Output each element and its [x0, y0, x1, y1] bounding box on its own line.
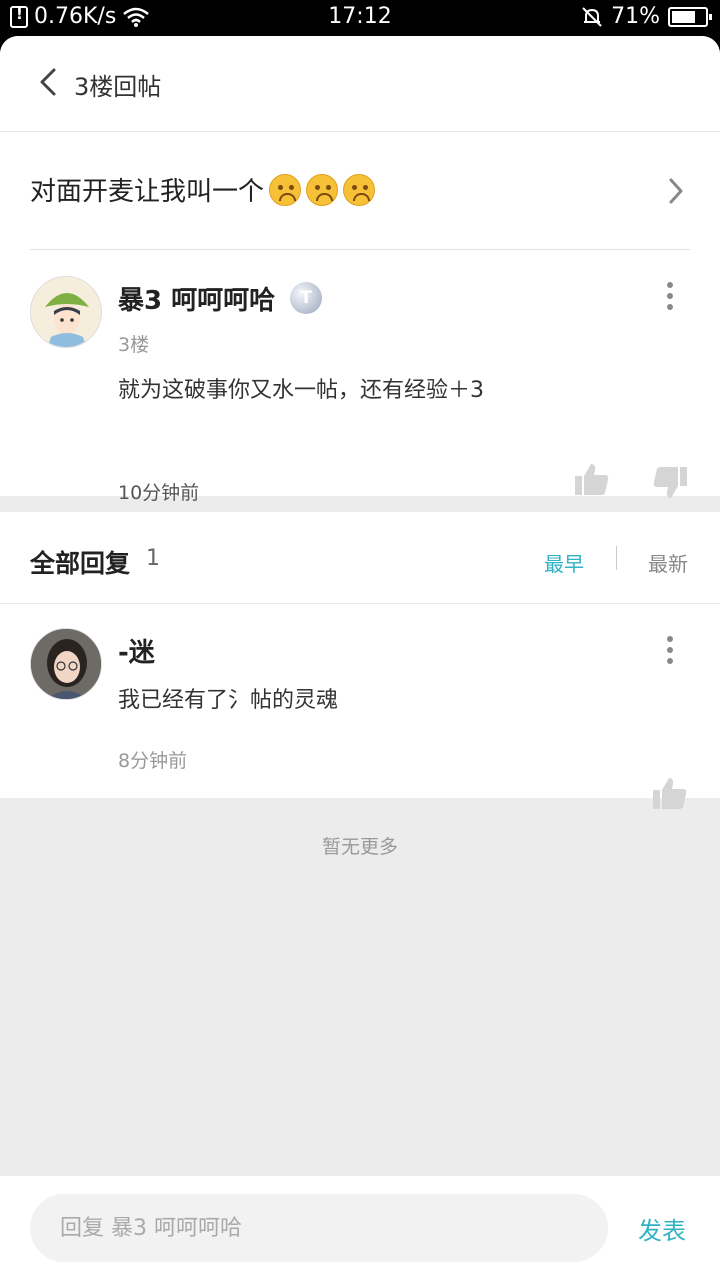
status-bar: 0.76K/s 17:12 71%	[0, 0, 720, 36]
sort-earliest-tab[interactable]: 最早	[544, 548, 584, 577]
replies-header: 全部回复 1 最早 最新	[0, 512, 720, 604]
post-time: 10分钟前	[118, 482, 200, 504]
page-title: 3楼回帖	[74, 73, 162, 101]
main-post: 暴3 呵呵呵哈 T 3楼 就为这破事你又水一帖，还有经验＋3 10分钟前	[0, 250, 720, 504]
post-username[interactable]: 暴3 呵呵呵哈	[118, 280, 275, 317]
upside-down-face-emoji-icon	[306, 173, 339, 206]
sort-newest-tab[interactable]: 最新	[648, 548, 688, 577]
like-thumb-up-icon[interactable]	[652, 776, 688, 810]
dislike-thumb-down-icon[interactable]	[652, 466, 688, 500]
avatar[interactable]	[30, 276, 102, 348]
replies-title: 全部回复	[30, 549, 131, 578]
battery-fill	[672, 10, 695, 23]
avatar-photo	[31, 629, 101, 699]
reply-time: 8分钟前	[118, 750, 188, 772]
page: 3楼回帖 对面开麦让我叫一个 暴3 呵呵呵哈 T 3楼 就为这破事你又水一帖，还…	[0, 36, 720, 1280]
reply-input[interactable]	[30, 1194, 608, 1262]
topic-title: 对面开麦让我叫一个	[30, 177, 265, 207]
battery-icon	[668, 6, 712, 27]
no-more-text: 暂无更多	[321, 836, 398, 858]
level-badge-icon: T	[290, 282, 322, 314]
replies-count: 1	[146, 546, 160, 571]
back-arrow-icon[interactable]	[30, 62, 70, 102]
floor-number: 3楼	[118, 334, 150, 356]
reply-username[interactable]: -迷	[118, 632, 155, 669]
like-thumb-up-icon[interactable]	[574, 462, 610, 496]
chevron-right-icon	[669, 178, 683, 204]
reply-composer: 发表	[0, 1176, 720, 1280]
topic-title-row: 对面开麦让我叫一个	[30, 171, 376, 208]
post-content: 就为这破事你又水一帖，还有经验＋3	[118, 378, 484, 403]
reply-content: 我已经有了氵帖的灵魂	[118, 688, 339, 713]
more-options-button[interactable]	[658, 632, 682, 672]
upside-down-face-emoji-icon	[269, 173, 302, 206]
header: 3楼回帖	[0, 36, 720, 132]
topic-link[interactable]: 对面开麦让我叫一个	[0, 132, 720, 250]
status-right: 71%	[581, 4, 712, 29]
send-button[interactable]: 发表	[638, 1211, 686, 1246]
upside-down-face-emoji-icon	[343, 173, 376, 206]
avatar-illustration	[31, 277, 101, 347]
avatar[interactable]	[30, 628, 102, 700]
battery-percent: 71%	[611, 4, 660, 29]
divider	[616, 546, 617, 570]
reply-item: -迷 我已经有了氵帖的灵魂 8分钟前	[0, 604, 720, 809]
mute-bell-icon	[582, 6, 602, 27]
more-options-button[interactable]	[658, 278, 682, 318]
